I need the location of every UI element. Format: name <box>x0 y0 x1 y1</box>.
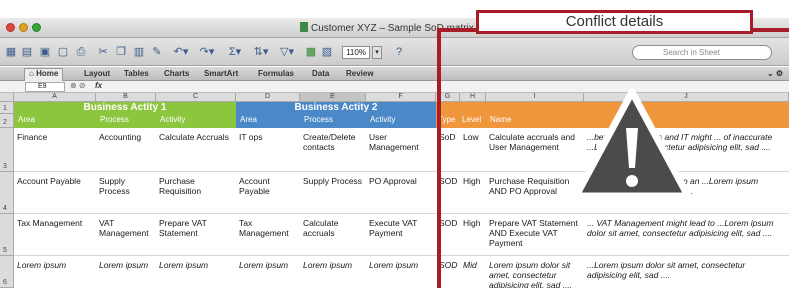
cell-e6[interactable]: Lorem ipsum <box>300 256 366 270</box>
autosum-icon[interactable]: Σ▾ <box>224 44 246 60</box>
cell-f3[interactable]: User Management <box>366 128 436 152</box>
cell-a3[interactable]: Finance <box>14 128 96 142</box>
cell-b6[interactable]: Lorem ipsum <box>96 256 156 270</box>
subheader-area-1: Area <box>14 114 96 128</box>
tab-review[interactable]: Review <box>346 69 374 78</box>
subheader-process-1: Process <box>96 114 156 128</box>
group-header-business-activity-2: Business Actity 2 <box>236 102 436 114</box>
new-workbook-icon[interactable]: ▦ <box>4 44 18 60</box>
cell-d4[interactable]: Account Payable <box>236 172 300 196</box>
cell-f4[interactable]: PO Approval <box>366 172 436 186</box>
paste-icon[interactable]: ▥ <box>132 44 146 60</box>
format-painter-icon[interactable]: ✎ <box>150 44 164 60</box>
cell-c5[interactable]: Prepare VAT Statement <box>156 214 236 238</box>
cell-c3[interactable]: Calculate Accruals <box>156 128 236 142</box>
subheader-process-2: Process <box>300 114 366 128</box>
cell-c4[interactable]: Purchase Requisition <box>156 172 236 196</box>
row-header-3[interactable]: 3 <box>0 128 14 172</box>
tab-home[interactable]: ⌂ Home <box>24 68 64 81</box>
warning-icon <box>572 88 692 200</box>
subheader-activity-1: Activity <box>156 114 236 128</box>
column-header-e[interactable]: E <box>300 93 366 102</box>
column-header-a[interactable]: A <box>14 93 96 102</box>
fx-label: fx <box>95 81 103 90</box>
column-header-c[interactable]: C <box>156 93 236 102</box>
tab-data[interactable]: Data <box>312 69 329 78</box>
redo-icon[interactable]: ↷▾ <box>196 44 218 60</box>
name-box[interactable]: E9 <box>25 82 65 92</box>
cell-e4[interactable]: Supply Process <box>300 172 366 186</box>
undo-icon[interactable]: ↶▾ <box>170 44 192 60</box>
open-icon[interactable]: ▣ <box>38 44 52 60</box>
cell-b3[interactable]: Accounting <box>96 128 156 142</box>
cell-f5[interactable]: Execute VAT Payment <box>366 214 436 238</box>
column-header-d[interactable]: D <box>236 93 300 102</box>
subheader-area-2: Area <box>236 114 300 128</box>
formula-controls-icon[interactable]: ⊗ ⊘ <box>70 81 86 90</box>
save-icon[interactable]: ▢ <box>56 44 70 60</box>
row-header-5[interactable]: 5 <box>0 214 14 256</box>
cell-a5[interactable]: Tax Management <box>14 214 96 228</box>
toolbox-icon[interactable]: ▧ <box>320 44 334 60</box>
cell-d5[interactable]: Tax Management <box>236 214 300 238</box>
excel-document-icon <box>300 22 308 32</box>
cell-e3[interactable]: Create/Delete contacts <box>300 128 366 152</box>
cell-a6[interactable]: Lorem ipsum <box>14 256 96 270</box>
column-header-b[interactable]: B <box>96 93 156 102</box>
zoom-field[interactable]: 110% <box>342 46 370 59</box>
cell-d3[interactable]: IT ops <box>236 128 300 142</box>
column-header-f[interactable]: F <box>366 93 436 102</box>
row-header-4[interactable]: 4 <box>0 172 14 214</box>
help-icon[interactable]: ? <box>392 44 406 60</box>
cell-f6[interactable]: Lorem ipsum <box>366 256 436 270</box>
print-icon[interactable]: ⎙ <box>74 44 88 60</box>
tab-layout[interactable]: Layout <box>84 69 110 78</box>
gallery-toggle-icon[interactable]: ▩ <box>304 44 318 60</box>
zoom-dropdown-icon[interactable]: ▾ <box>372 46 382 59</box>
tab-tables[interactable]: Tables <box>124 69 149 78</box>
minimize-window-button[interactable] <box>19 23 28 32</box>
cell-b4[interactable]: Supply Process <box>96 172 156 196</box>
group-header-business-activity-1: Business Actity 1 <box>14 102 236 114</box>
cell-a4[interactable]: Account Payable <box>14 172 96 186</box>
close-window-button[interactable] <box>6 23 15 32</box>
subheader-activity-2: Activity <box>366 114 436 128</box>
cell-c6[interactable]: Lorem ipsum <box>156 256 236 270</box>
filter-icon[interactable]: ▽▾ <box>276 44 298 60</box>
zoom-window-button[interactable] <box>32 23 41 32</box>
sort-icon[interactable]: ⇅▾ <box>250 44 272 60</box>
row-header-6[interactable]: 6 <box>0 256 14 288</box>
select-all-corner[interactable] <box>0 93 14 102</box>
tab-charts[interactable]: Charts <box>164 69 189 78</box>
tab-smartart[interactable]: SmartArt <box>204 69 238 78</box>
conflict-details-label: Conflict details <box>476 10 753 34</box>
row-header-2[interactable]: 2 <box>0 114 14 128</box>
cut-icon[interactable]: ✂ <box>96 44 110 60</box>
cell-b5[interactable]: VAT Management <box>96 214 156 238</box>
copy-icon[interactable]: ❐ <box>114 44 128 60</box>
row-header-1[interactable]: 1 <box>0 102 14 114</box>
cell-d6[interactable]: Lorem ipsum <box>236 256 300 270</box>
gallery-icon[interactable]: ▤ <box>20 44 34 60</box>
tab-formulas[interactable]: Formulas <box>258 69 294 78</box>
cell-e5[interactable]: Calculate accruals <box>300 214 366 238</box>
